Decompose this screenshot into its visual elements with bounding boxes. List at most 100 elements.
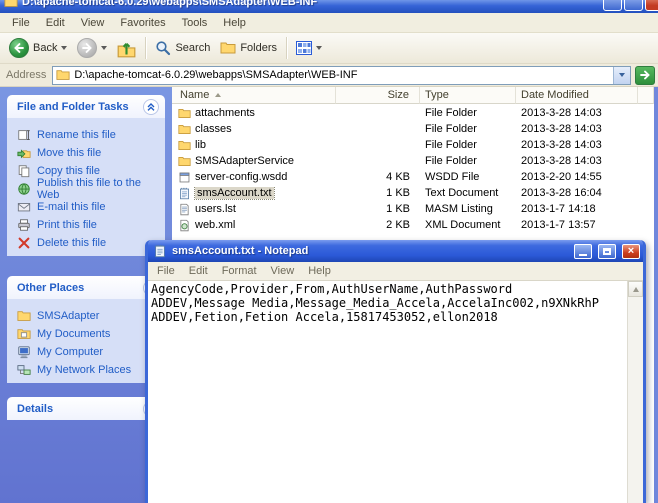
address-dropdown-button[interactable] (613, 67, 630, 84)
views-dropdown-caret-icon[interactable] (316, 46, 322, 50)
table-row[interactable]: classesFile Folder2013-3-28 14:03 (172, 121, 654, 137)
column-header-size[interactable]: Size (336, 87, 420, 104)
task-item-delete-this-file[interactable]: Delete this file (17, 234, 163, 252)
task-item-move-this-file[interactable]: Move this file (17, 144, 163, 162)
back-arrow-icon (12, 41, 26, 55)
file-name: classes (195, 123, 232, 135)
search-label: Search (175, 42, 210, 54)
file-name: lib (195, 139, 206, 151)
email-icon (17, 200, 31, 214)
file-type: XML Document (420, 219, 516, 231)
up-button[interactable] (112, 39, 141, 58)
mydocs-icon (17, 327, 31, 341)
task-item-label: Publish this file to the Web (37, 177, 163, 201)
task-item-rename-this-file[interactable]: Rename this file (17, 126, 163, 144)
menu-item-help[interactable]: Help (215, 15, 254, 31)
table-row[interactable]: SMSAdapterServiceFile Folder2013-3-28 14… (172, 153, 654, 169)
folders-button[interactable]: Folders (215, 40, 282, 56)
column-header-name[interactable]: Name (172, 87, 336, 104)
back-button[interactable]: Back (4, 38, 72, 58)
file-tasks-header[interactable]: File and Folder Tasks (7, 95, 165, 118)
address-combo[interactable]: D:\apache-tomcat-6.0.29\webapps\SMSAdapt… (52, 66, 631, 85)
views-button[interactable] (291, 40, 327, 56)
menu-item-tools[interactable]: Tools (174, 15, 216, 31)
task-item-publish-this-file-to-the-web[interactable]: Publish this file to the Web (17, 180, 163, 198)
file-name: server-config.wsdd (195, 171, 287, 183)
menu-item-favorites[interactable]: Favorites (112, 15, 173, 31)
file-type: Text Document (420, 187, 516, 199)
notepad-scrollbar[interactable] (627, 281, 643, 503)
forward-button[interactable] (72, 38, 112, 58)
folder-icon (178, 155, 191, 168)
explorer-title: D:\apache-tomcat-6.0.29\webapps\SMSAdapt… (22, 0, 599, 8)
column-header-date-modified[interactable]: Date Modified (516, 87, 638, 104)
table-row[interactable]: attachmentsFile Folder2013-3-28 14:03 (172, 105, 654, 121)
folder-icon (17, 309, 31, 323)
toolbar-separator (145, 37, 146, 59)
collapse-chevron-icon[interactable] (143, 99, 159, 115)
place-item-my-computer[interactable]: My Computer (17, 343, 163, 361)
menu-item-file[interactable]: File (4, 15, 38, 31)
go-button[interactable] (635, 66, 655, 85)
notepad-menu-item-view[interactable]: View (264, 265, 302, 277)
notepad-maximize-button[interactable] (598, 244, 616, 259)
address-path: D:\apache-tomcat-6.0.29\webapps\SMSAdapt… (74, 69, 609, 81)
place-item-my-network-places[interactable]: My Network Places (17, 361, 163, 379)
address-folder-icon (56, 68, 70, 82)
other-places-body: SMSAdapterMy DocumentsMy ComputerMy Netw… (7, 299, 165, 383)
menu-item-view[interactable]: View (73, 15, 113, 31)
details-header[interactable]: Details (7, 397, 165, 420)
print-icon (17, 218, 31, 232)
scroll-up-arrow-icon (633, 287, 639, 292)
notepad-text-area[interactable]: AgencyCode,Provider,From,AuthUserName,Au… (148, 281, 643, 503)
minimize-button[interactable] (603, 0, 622, 11)
file-type: MASM Listing (420, 203, 516, 215)
table-row[interactable]: users.lst1 KBMASM Listing2013-1-7 14:18 (172, 201, 654, 217)
menu-item-edit[interactable]: Edit (38, 15, 73, 31)
other-places-panel: Other Places SMSAdapterMy DocumentsMy Co… (7, 276, 165, 383)
back-label: Back (33, 42, 57, 54)
maximize-button[interactable] (624, 0, 643, 11)
details-title: Details (17, 403, 53, 415)
table-row[interactable]: smsAccount.txt1 KBText Document2013-3-28… (172, 185, 654, 201)
notepad-titlebar[interactable]: smsAccount.txt - Notepad × (148, 240, 643, 262)
file-list-header: Name Size Type Date Modified (172, 87, 654, 104)
close-button[interactable] (645, 0, 658, 11)
file-date: 2013-3-28 16:04 (516, 187, 638, 199)
notepad-menu-item-format[interactable]: Format (215, 265, 264, 277)
table-row[interactable]: server-config.wsdd4 KBWSDD File2013-2-20… (172, 169, 654, 185)
file-type: File Folder (420, 123, 516, 135)
place-item-my-documents[interactable]: My Documents (17, 325, 163, 343)
forward-dropdown-caret-icon[interactable] (101, 46, 107, 50)
scroll-up-button[interactable] (628, 281, 643, 297)
file-date: 2013-1-7 13:57 (516, 219, 638, 231)
file-tasks-body: Rename this fileMove this fileCopy this … (7, 118, 165, 256)
search-button[interactable]: Search (150, 40, 215, 56)
text-file-icon (178, 187, 191, 200)
explorer-toolbar: Back Search Folders (0, 33, 658, 64)
task-item-label: Print this file (37, 219, 97, 231)
place-item-smsadapter[interactable]: SMSAdapter (17, 307, 163, 325)
back-dropdown-caret-icon[interactable] (61, 46, 67, 50)
explorer-titlebar[interactable]: D:\apache-tomcat-6.0.29\webapps\SMSAdapt… (0, 0, 658, 13)
lst-file-icon (178, 203, 191, 216)
up-folder-icon (117, 39, 136, 58)
notepad-menu-item-help[interactable]: Help (301, 265, 338, 277)
notepad-minimize-button[interactable] (574, 244, 592, 259)
task-item-print-this-file[interactable]: Print this file (17, 216, 163, 234)
folders-label: Folders (240, 42, 277, 54)
network-icon (17, 363, 31, 377)
notepad-close-button[interactable]: × (622, 244, 640, 259)
file-name: smsAccount.txt (195, 187, 274, 199)
notepad-menu-item-edit[interactable]: Edit (182, 265, 215, 277)
column-header-type[interactable]: Type (420, 87, 516, 104)
notepad-menu-item-file[interactable]: File (150, 265, 182, 277)
other-places-header[interactable]: Other Places (7, 276, 165, 299)
table-row[interactable]: web.xml2 KBXML Document2013-1-7 13:57 (172, 217, 654, 233)
file-type: WSDD File (420, 171, 516, 183)
file-date: 2013-3-28 14:03 (516, 107, 638, 119)
views-icon (296, 40, 312, 56)
task-item-label: Move this file (37, 147, 101, 159)
table-row[interactable]: libFile Folder2013-3-28 14:03 (172, 137, 654, 153)
toolbar-separator (286, 37, 287, 59)
